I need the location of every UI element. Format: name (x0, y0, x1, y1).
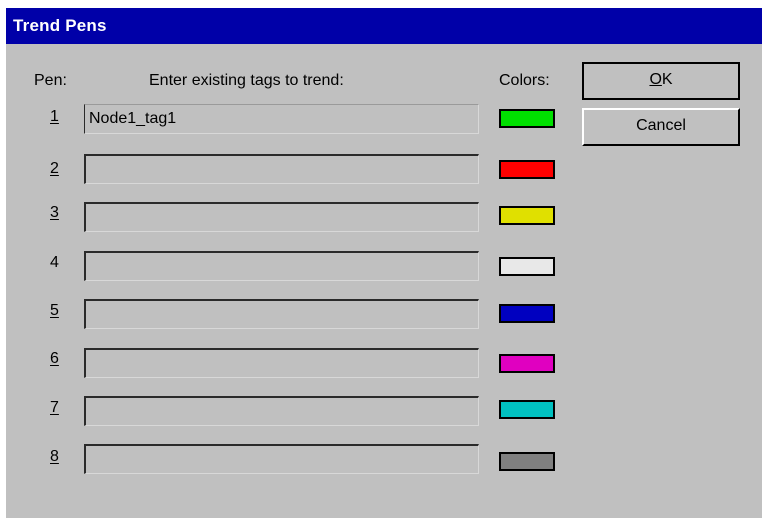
cancel-button[interactable]: Cancel (582, 108, 740, 146)
pen-tag-input-3[interactable] (84, 202, 479, 232)
pen-tag-input-2[interactable] (84, 154, 479, 184)
pen-number-5: 5 (50, 302, 59, 319)
pen-color-swatch-3[interactable] (499, 206, 555, 225)
pen-color-swatch-1[interactable] (499, 109, 555, 128)
tags-column-header: Enter existing tags to trend: (149, 72, 344, 89)
pen-color-swatch-7[interactable] (499, 400, 555, 419)
pen-tag-input-5[interactable] (84, 299, 479, 329)
pen-number-2: 2 (50, 160, 59, 177)
pen-number-7: 7 (50, 399, 59, 416)
ok-button[interactable]: OK (582, 62, 740, 100)
pen-number-4: 4 (50, 254, 59, 271)
pen-tag-input-1[interactable] (84, 104, 479, 134)
pen-tag-input-8[interactable] (84, 444, 479, 474)
pen-color-swatch-6[interactable] (499, 354, 555, 373)
ok-button-mnemonic: O (649, 71, 662, 88)
pen-tag-input-7[interactable] (84, 396, 479, 426)
pen-number-8: 8 (50, 448, 59, 465)
pen-color-swatch-2[interactable] (499, 160, 555, 179)
pen-color-swatch-4[interactable] (499, 257, 555, 276)
pen-color-swatch-8[interactable] (499, 452, 555, 471)
ok-button-label: K (661, 71, 673, 88)
pen-column-header: Pen: (34, 72, 67, 89)
pen-number-1: 1 (50, 108, 59, 125)
colors-column-header: Colors: (499, 72, 550, 89)
pen-color-swatch-5[interactable] (499, 304, 555, 323)
trend-pens-dialog: Trend Pens Pen: Enter existing tags to t… (6, 8, 762, 518)
title-bar: Trend Pens (6, 8, 762, 44)
pen-number-3: 3 (50, 204, 59, 221)
pen-tag-input-4[interactable] (84, 251, 479, 281)
pen-number-6: 6 (50, 350, 59, 367)
pen-tag-input-6[interactable] (84, 348, 479, 378)
